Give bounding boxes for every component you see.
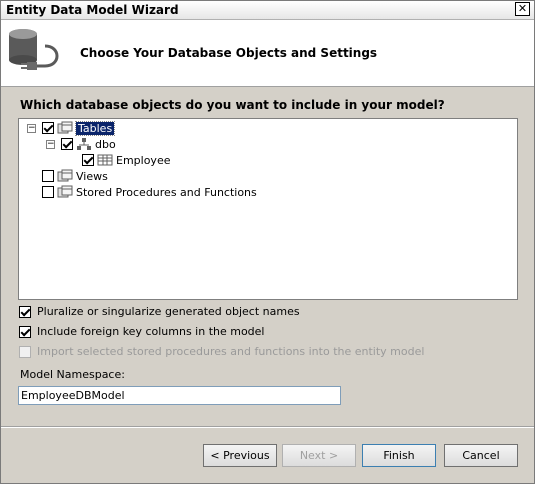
import-procedures-option: Import selected stored procedures and fu… — [19, 345, 424, 358]
foreign-keys-option[interactable]: Include foreign key columns in the model — [19, 325, 265, 338]
window-title: Entity Data Model Wizard — [6, 3, 179, 17]
folder-icon — [57, 185, 73, 198]
tree-label-employee[interactable]: Employee — [116, 154, 170, 167]
footer-separator — [1, 426, 534, 428]
cancel-button[interactable]: Cancel — [444, 444, 518, 467]
next-button: Next > — [282, 444, 356, 467]
pluralize-checkbox[interactable] — [19, 305, 31, 318]
wizard-window: Entity Data Model Wizard ✕ Choose Your D… — [0, 0, 535, 484]
dbo-checkbox[interactable] — [61, 138, 73, 150]
stored-procedures-checkbox[interactable] — [42, 186, 54, 198]
pluralize-option[interactable]: Pluralize or singularize generated objec… — [19, 305, 300, 318]
import-procedures-label: Import selected stored procedures and fu… — [37, 345, 425, 358]
tree-node-employee[interactable]: Employee — [82, 152, 170, 168]
tree-label-stored-procedures[interactable]: Stored Procedures and Functions — [76, 186, 257, 199]
schema-icon — [77, 138, 91, 150]
database-objects-tree[interactable]: − Tables − dbo Employee Views Stored Pro… — [18, 118, 518, 300]
tree-node-tables[interactable]: − Tables — [27, 120, 116, 136]
finish-button[interactable]: Finish — [362, 444, 436, 467]
collapse-icon[interactable]: − — [46, 139, 55, 149]
header-panel: Choose Your Database Objects and Setting… — [1, 20, 534, 87]
title-bar: Entity Data Model Wizard ✕ — [1, 1, 534, 20]
tree-label-tables[interactable]: Tables — [74, 120, 116, 136]
model-namespace-input[interactable] — [18, 386, 341, 405]
objects-question: Which database objects do you want to in… — [20, 98, 445, 112]
table-icon — [97, 154, 113, 166]
tree-node-views[interactable]: Views — [42, 168, 108, 184]
previous-button[interactable]: < Previous — [203, 444, 277, 467]
pluralize-label[interactable]: Pluralize or singularize generated objec… — [37, 305, 300, 318]
model-namespace-label: Model Namespace: — [20, 368, 125, 381]
views-checkbox[interactable] — [42, 170, 54, 182]
tree-label-dbo[interactable]: dbo — [95, 138, 116, 151]
database-plug-icon — [9, 29, 59, 70]
employee-checkbox[interactable] — [82, 154, 94, 166]
folder-icon — [57, 169, 73, 182]
tree-node-stored-procedures[interactable]: Stored Procedures and Functions — [42, 184, 257, 200]
foreign-keys-checkbox[interactable] — [19, 325, 31, 338]
tables-checkbox[interactable] — [42, 122, 54, 134]
collapse-icon[interactable]: − — [27, 123, 36, 133]
import-procedures-checkbox — [19, 345, 31, 358]
tree-label-views[interactable]: Views — [76, 170, 108, 183]
folder-icon — [57, 121, 73, 134]
close-button[interactable]: ✕ — [515, 2, 530, 16]
page-title: Choose Your Database Objects and Setting… — [80, 46, 378, 60]
tree-node-dbo[interactable]: − dbo — [46, 136, 116, 152]
foreign-keys-label[interactable]: Include foreign key columns in the model — [37, 325, 265, 338]
